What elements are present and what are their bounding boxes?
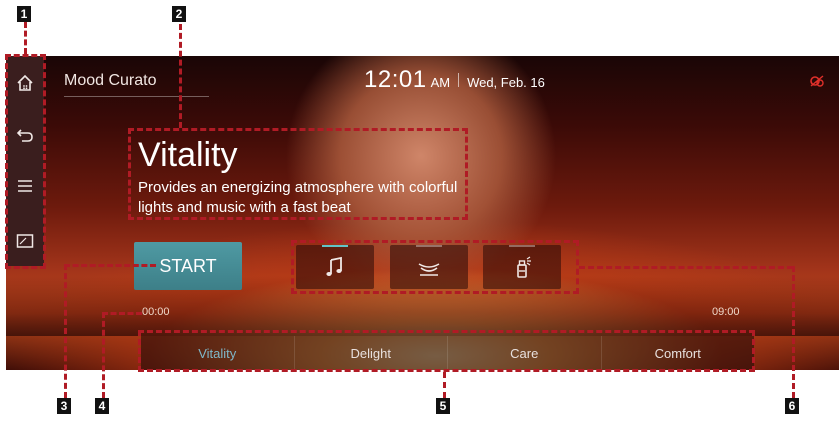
connectivity-status-icon xyxy=(810,75,824,87)
callout-badge-6: 6 xyxy=(785,398,799,414)
callout-badge-1: 1 xyxy=(17,6,31,22)
callout-box-5 xyxy=(138,330,755,372)
callout-line-2 xyxy=(179,24,182,128)
clock-divider xyxy=(458,73,460,87)
clock: 12:01 AM Wed, Feb. 16 xyxy=(364,66,545,94)
clock-time: 12:01 xyxy=(364,66,427,93)
callout-line-4v xyxy=(102,312,105,398)
page-title: Mood Curato xyxy=(64,72,157,89)
callout-line-6h xyxy=(579,266,793,269)
callout-line-6v xyxy=(792,266,795,398)
clock-date: Wed, Feb. 16 xyxy=(467,75,545,90)
callout-line-1 xyxy=(24,22,27,54)
callout-line-4h xyxy=(102,312,142,315)
clock-ampm: AM xyxy=(430,75,451,90)
callout-badge-2: 2 xyxy=(172,6,186,22)
callout-line-5 xyxy=(443,372,446,398)
callout-box-1 xyxy=(5,54,46,269)
title-underline xyxy=(64,96,209,97)
callout-line-3v xyxy=(64,264,67,398)
callout-line-3h xyxy=(64,264,156,267)
callout-box-6 xyxy=(291,240,579,294)
callout-badge-3: 3 xyxy=(57,398,71,414)
callout-box-2 xyxy=(128,128,468,220)
timer-end-label: 09:00 xyxy=(712,306,740,318)
callout-badge-4: 4 xyxy=(95,398,109,414)
callout-badge-5: 5 xyxy=(436,398,450,414)
timer-start-label: 00:00 xyxy=(142,306,170,318)
